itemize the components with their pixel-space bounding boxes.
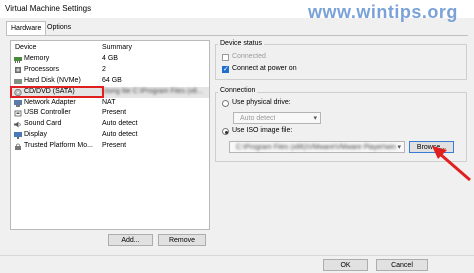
device-name: Sound Card [24,120,62,128]
connected-checkbox[interactable] [222,54,229,61]
device-column-header[interactable]: Device [15,44,36,51]
iso-path-value: C:\Program Files (x86)\VMware\VMware Pla… [236,144,396,151]
window-title: Virtual Machine Settings [5,4,92,13]
watermark: www.wintips.org [308,2,458,22]
highlight-box [10,86,104,98]
device-summary: 4 GB [102,55,118,62]
usb-controller-icon [14,110,22,117]
network-adapter-icon [14,99,22,107]
device-status-group [215,44,467,80]
use-physical-drive-label: Use physical drive: [232,99,291,106]
device-name: Network Adapter [24,98,76,106]
device-name: Memory [24,55,50,62]
chevron-down-icon: ▾ [397,144,401,151]
tab-panel-border [6,35,468,36]
device-summary: Using file C:\Program Files (x8... [102,87,203,95]
hard-disk-icon [14,78,22,85]
device-row-network-adapter[interactable]: Network Adapter NAT [11,98,209,109]
device-name: Processors [24,65,60,73]
device-list-header: Device Summary [11,41,209,53]
device-summary: NAT [102,98,116,106]
physical-drive-value: Auto detect [240,115,276,122]
device-summary: 2 [102,65,106,73]
device-list[interactable]: Device Summary Memory 4 GB Processors 2 … [10,40,210,230]
connection-title: Connection [218,87,258,94]
iso-path-combobox[interactable]: C:\Program Files (x86)\VMware\VMware Pla… [229,141,405,153]
device-status-title: Device status [218,40,265,47]
connect-at-power-on-label: Connect at power on [232,65,297,72]
add-button[interactable]: Add... [108,234,153,246]
memory-icon [14,56,22,63]
summary-column-header[interactable]: Summary [102,44,132,51]
tab-hardware[interactable]: Hardware [6,21,47,36]
annotation-arrow [432,146,471,182]
device-row-memory[interactable]: Memory 4 GB [11,54,209,65]
device-summary: Present [102,142,127,150]
device-name: Trusted Platform Mo... [24,142,93,150]
chevron-down-icon: ▾ [313,115,317,122]
display-icon [14,132,22,140]
remove-button[interactable]: Remove [158,234,206,246]
use-physical-drive-radio[interactable] [222,100,229,107]
device-name: USB Controller [24,109,71,117]
physical-drive-dropdown[interactable]: Auto detect ▾ [233,112,321,124]
use-iso-image-label: Use ISO image file: [232,127,293,134]
device-name: Display [24,131,47,139]
ok-button[interactable]: OK [323,259,368,271]
device-row-usb-controller[interactable]: USB Controller Present [11,108,209,119]
connect-at-power-on-checkbox[interactable] [222,65,229,73]
footer-divider [0,255,474,256]
tab-options[interactable]: Options [43,22,75,34]
device-summary: Auto detect [102,120,138,128]
device-summary: 64 GB [102,76,122,84]
processor-icon [14,66,22,74]
sound-card-icon [14,121,22,128]
device-row-processors[interactable]: Processors 2 [11,65,209,76]
device-row-sound-card[interactable]: Sound Card Auto detect [11,119,209,130]
device-row-trusted-platform-module[interactable]: Trusted Platform Mo... Present [11,141,209,152]
device-rows: Memory 4 GB Processors 2 Hard Disk (NVMe… [11,54,209,152]
device-row-display[interactable]: Display Auto detect [11,130,209,141]
cancel-button[interactable]: Cancel [376,259,428,271]
device-summary: Present [102,109,127,117]
device-summary: Auto detect [102,131,138,139]
trusted-platform-module-icon [14,143,22,151]
connected-label: Connected [232,53,266,60]
title-bar: Virtual Machine Settings www.wintips.org [0,0,474,22]
use-iso-image-radio[interactable] [222,128,229,135]
